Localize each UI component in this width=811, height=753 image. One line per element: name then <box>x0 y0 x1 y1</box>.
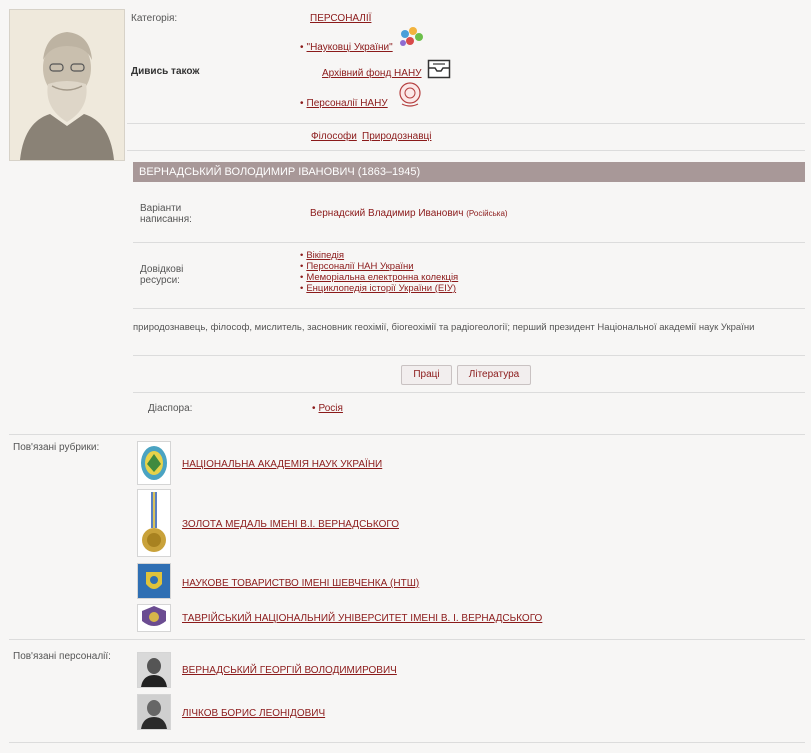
variants-label: Варіанти написання: <box>140 203 192 225</box>
references-list: Вікіпедія Персоналії НАН України Меморіа… <box>300 250 458 294</box>
rubric-thumb-medal[interactable] <box>137 489 171 557</box>
related-person-link[interactable]: ВЕРНАДСЬКИЙ ГЕОРГІЙ ВОЛОДИМИРОВИЧ <box>182 665 397 676</box>
person-title-bar: ВЕРНАДСЬКИЙ ВОЛОДИМИР ІВАНОВИЧ (1863–194… <box>133 162 805 182</box>
related-rubric-link[interactable]: ЗОЛОТА МЕДАЛЬ ІМЕНІ В.І. ВЕРНАДСЬКОГО <box>182 519 399 530</box>
people-network-icon[interactable] <box>398 26 424 48</box>
archive-box-icon[interactable] <box>427 59 451 79</box>
person-thumb-lichkov[interactable] <box>137 694 171 730</box>
person-portrait <box>9 9 125 161</box>
university-emblem-icon <box>142 606 166 626</box>
works-button[interactable]: Праці <box>401 365 452 385</box>
rubric-thumb-nanu[interactable] <box>137 441 171 485</box>
related-rubric-link[interactable]: ТАВРІЙСЬКИЙ НАЦІОНАЛЬНИЙ УНІВЕРСИТЕТ ІМЕ… <box>182 613 542 624</box>
diaspora-label: Діаспора: <box>148 403 193 414</box>
category-link[interactable]: ПЕРСОНАЛІЇ <box>310 13 371 24</box>
tag-philosophers[interactable]: Філософи <box>311 131 357 142</box>
related-rubrics-label: Пов'язані рубрики: <box>13 442 100 453</box>
medal-icon <box>142 492 166 552</box>
related-rubric-link[interactable]: НАЦІОНАЛЬНА АКАДЕМІЯ НАУК УКРАЇНИ <box>182 459 382 470</box>
person-thumb-heorhiy[interactable] <box>137 652 171 688</box>
related-rubric-link[interactable]: НАУКОВЕ ТОВАРИСТВО ІМЕНІ ШЕВЧЕНКА (НТШ) <box>182 578 419 589</box>
ntsh-emblem-icon <box>138 564 170 598</box>
see-also-link-archive[interactable]: Архівний фонд НАНУ <box>322 68 422 79</box>
rubric-thumb-ntsh[interactable] <box>137 563 171 599</box>
reference-link-nanu-persons[interactable]: Персоналії НАН України <box>300 261 413 272</box>
reference-link-encyclopedia[interactable]: Енциклопедія історії України (ЕІУ) <box>300 283 456 294</box>
nanu-emblem-icon[interactable] <box>398 82 422 108</box>
see-also-label: Дивись також <box>131 66 200 77</box>
person-photo-icon <box>138 653 170 687</box>
category-label: Категорія: <box>131 13 178 24</box>
see-also-link-nanu[interactable]: Персоналії НАНУ <box>300 98 388 109</box>
tag-naturalists[interactable]: Природознавці <box>362 131 431 142</box>
references-label: Довідкові ресурси: <box>140 264 184 286</box>
nanu-emblem-icon <box>141 446 167 480</box>
person-description: природознавець, філософ, мислитель, засн… <box>133 322 755 333</box>
literature-button[interactable]: Література <box>457 365 531 385</box>
diaspora-link-russia[interactable]: Росія <box>312 403 343 414</box>
related-persons-label: Пов'язані персоналії: <box>13 651 111 662</box>
person-photo-icon <box>138 695 170 729</box>
see-also-link-scientists[interactable]: "Науковці України" <box>300 42 393 53</box>
related-person-link[interactable]: ЛІЧКОВ БОРИС ЛЕОНІДОВИЧ <box>182 708 325 719</box>
reference-link-memorial-collection[interactable]: Меморіальна електронна колекція <box>300 272 458 283</box>
rubric-thumb-taurida[interactable] <box>137 604 171 632</box>
variants-value: Вернадский Владимир Иванович (Російська) <box>310 208 508 219</box>
reference-link-wikipedia[interactable]: Вікіпедія <box>300 250 344 261</box>
